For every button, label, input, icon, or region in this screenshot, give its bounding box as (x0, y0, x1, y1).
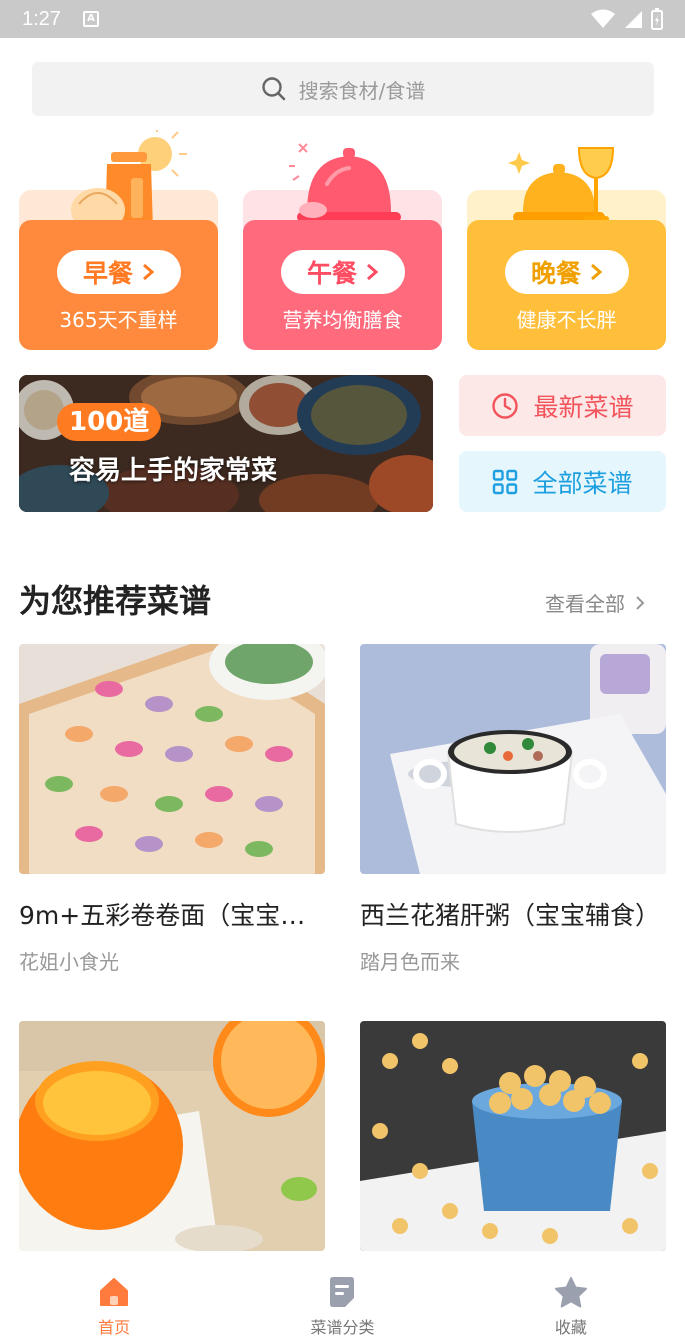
recipe-card[interactable]: 9m+五彩卷卷面（宝宝辅食） 花姐小食光 (19, 644, 325, 975)
dinner-title: 晚餐 (530, 259, 581, 288)
dinner-pill[interactable]: 晚餐 (505, 250, 629, 294)
home-cooking-banner[interactable]: 100道 容易上手的家常菜 (19, 375, 433, 512)
recipe-image (19, 1021, 325, 1251)
recipe-name: 9m+五彩卷卷面（宝宝辅食） (19, 901, 325, 930)
breakfast-subtitle: 365天不重样 (59, 308, 178, 332)
lunch-subtitle: 营养均衡膳食 (282, 308, 403, 332)
chevron-right-icon (591, 263, 603, 281)
view-all-label: 查看全部 (545, 592, 625, 616)
recipe-author: 踏月色而来 (360, 950, 460, 974)
app-screen: 1:27 A 搜索食材/食谱 早餐 365天不重样 午餐 营养均衡膳食 晚餐 健… (0, 0, 685, 1344)
recipe-card[interactable] (360, 1021, 666, 1287)
recipe-author: 花姐小食光 (19, 950, 119, 974)
status-time: 1:27 (22, 7, 61, 30)
recipe-image (360, 1021, 666, 1251)
lunch-pill[interactable]: 午餐 (281, 250, 405, 294)
search-icon (261, 77, 285, 101)
notification-a-icon: A (82, 11, 99, 27)
recipe-name: 西兰花猪肝粥（宝宝辅食） (360, 901, 661, 930)
home-icon (100, 1278, 129, 1306)
banner-title: 容易上手的家常菜 (69, 456, 278, 486)
banner-badge: 100道 (57, 403, 162, 441)
chevron-right-icon (367, 263, 379, 281)
breakfast-title: 早餐 (82, 259, 133, 288)
bottom-tab-bar: 首页 菜谱分类 收藏 (0, 1260, 685, 1344)
tab-home[interactable]: 首页 (0, 1260, 228, 1344)
clock-icon (492, 392, 519, 419)
lunch-illustration-icon (289, 143, 401, 222)
recipe-category-icon (330, 1277, 355, 1307)
tab-favorites-label: 收藏 (554, 1318, 587, 1337)
dinner-card[interactable]: 晚餐 健康不长胖 (467, 130, 666, 350)
recipe-image (360, 644, 666, 874)
recipe-card[interactable]: 西兰花猪肝粥（宝宝辅食） 踏月色而来 (360, 644, 666, 975)
lunch-card[interactable]: 午餐 营养均衡膳食 (243, 130, 442, 350)
all-recipes-label: 全部菜谱 (532, 468, 633, 498)
chevron-right-icon (143, 263, 155, 281)
dinner-subtitle: 健康不长胖 (516, 308, 617, 332)
banner-photo (19, 375, 433, 512)
tab-home-label: 首页 (98, 1318, 131, 1337)
star-icon (554, 1277, 587, 1308)
section-title: 为您推荐菜谱 (19, 582, 212, 620)
breakfast-pill[interactable]: 早餐 (57, 250, 181, 294)
recipe-card[interactable] (19, 1021, 325, 1287)
signal-icon (625, 11, 642, 28)
breakfast-illustration-icon (71, 130, 187, 230)
wifi-icon (591, 9, 615, 28)
chevron-right-icon (636, 595, 645, 610)
lunch-title: 午餐 (306, 259, 357, 288)
tab-recipe-category-label: 菜谱分类 (310, 1318, 375, 1337)
latest-recipes-label: 最新菜谱 (533, 392, 634, 422)
recipe-image (19, 644, 325, 874)
battery-icon (651, 8, 663, 30)
view-all-link[interactable]: 查看全部 (545, 588, 645, 617)
tab-recipe-category[interactable]: 菜谱分类 (228, 1260, 456, 1344)
status-icons (591, 8, 663, 30)
tab-favorites[interactable]: 收藏 (457, 1260, 685, 1344)
breakfast-card[interactable]: 早餐 365天不重样 (19, 130, 218, 350)
status-bar: 1:27 A (0, 0, 685, 38)
all-recipes-button[interactable]: 全部菜谱 (459, 451, 666, 512)
search-bar[interactable]: 搜索食材/食谱 (32, 62, 654, 116)
dinner-illustration-icon (508, 147, 615, 222)
search-placeholder: 搜索食材/食谱 (298, 78, 426, 103)
grid-icon (493, 469, 518, 494)
latest-recipes-button[interactable]: 最新菜谱 (459, 375, 666, 436)
